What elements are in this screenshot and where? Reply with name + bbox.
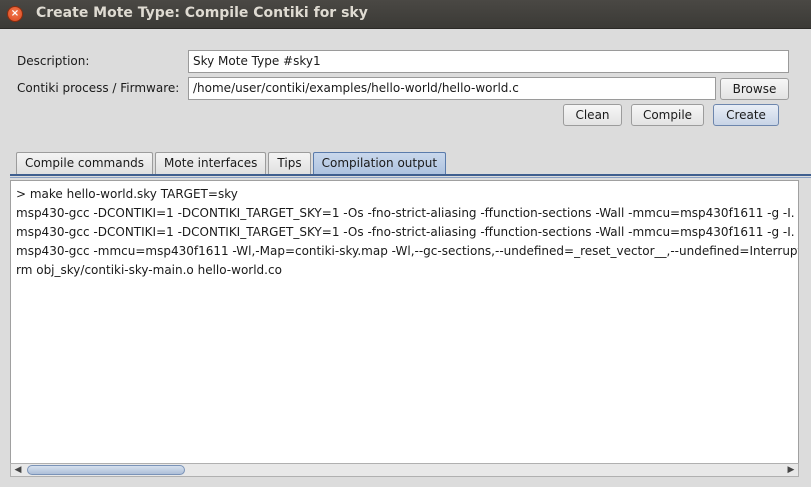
- browse-button[interactable]: Browse: [720, 78, 789, 100]
- clean-button[interactable]: Clean: [563, 104, 622, 126]
- output-line: rm obj_sky/contiki-sky-main.o hello-worl…: [16, 263, 282, 277]
- compilation-output-area[interactable]: > make hello-world.sky TARGET=sky msp430…: [10, 180, 799, 464]
- right-gutter: [799, 180, 811, 477]
- tab-tips[interactable]: Tips: [268, 152, 311, 174]
- output-line: msp430-gcc -DCONTIKI=1 -DCONTIKI_TARGET_…: [16, 206, 798, 220]
- tab-bar: Compile commands Mote interfaces Tips Co…: [16, 152, 448, 174]
- scroll-left-arrow-icon[interactable]: ◀: [11, 464, 25, 476]
- description-label: Description:: [17, 54, 90, 68]
- scroll-right-arrow-icon[interactable]: ▶: [784, 464, 798, 476]
- create-button[interactable]: Create: [713, 104, 779, 126]
- output-line: msp430-gcc -mmcu=msp430f1611 -Wl,-Map=co…: [16, 244, 799, 258]
- output-line: msp430-gcc -DCONTIKI=1 -DCONTIKI_TARGET_…: [16, 225, 798, 239]
- tab-divider-highlight: [10, 177, 811, 178]
- scrollbar-thumb[interactable]: [27, 465, 185, 475]
- horizontal-scrollbar[interactable]: ◀ ▶: [10, 463, 799, 477]
- tab-compilation-output[interactable]: Compilation output: [312, 152, 447, 174]
- tab-mote-interfaces[interactable]: Mote interfaces: [155, 152, 267, 174]
- firmware-path-field[interactable]: /home/user/contiki/examples/hello-world/…: [188, 77, 716, 100]
- tab-divider: [10, 174, 811, 176]
- close-icon[interactable]: ×: [7, 6, 23, 22]
- firmware-label: Contiki process / Firmware:: [17, 81, 180, 95]
- window-title: Create Mote Type: Compile Contiki for sk…: [36, 5, 368, 21]
- description-field[interactable]: Sky Mote Type #sky1: [188, 50, 789, 73]
- tab-compile-commands[interactable]: Compile commands: [16, 152, 154, 174]
- title-bar: × Create Mote Type: Compile Contiki for …: [0, 0, 811, 29]
- compile-button[interactable]: Compile: [631, 104, 704, 126]
- output-line: > make hello-world.sky TARGET=sky: [16, 187, 238, 201]
